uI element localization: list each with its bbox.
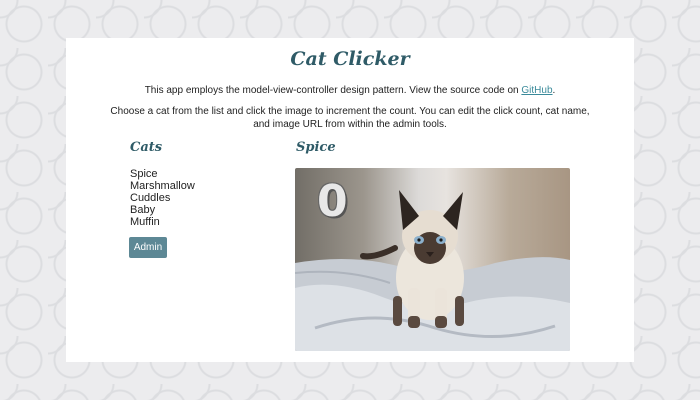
cat-list-item-cuddles[interactable]: Cuddles bbox=[130, 192, 195, 204]
cat-list: Spice Marshmallow Cuddles Baby Muffin bbox=[130, 168, 195, 228]
cat-list-item-marshmallow[interactable]: Marshmallow bbox=[130, 180, 195, 192]
cats-heading: Cats bbox=[130, 140, 163, 155]
selected-cat-name: Spice bbox=[296, 140, 336, 155]
cat-list-item-baby[interactable]: Baby bbox=[130, 204, 195, 216]
click-count: 0 bbox=[317, 176, 348, 227]
cat-list-item-spice[interactable]: Spice bbox=[130, 168, 195, 180]
admin-button[interactable]: Admin bbox=[129, 237, 167, 258]
intro-period: . bbox=[552, 85, 556, 96]
intro-text: This app employs the model-view-controll… bbox=[144, 85, 522, 96]
cat-list-item-muffin[interactable]: Muffin bbox=[130, 216, 195, 228]
instructions-paragraph: Choose a cat from the list and click the… bbox=[110, 106, 590, 130]
main-card: Cat Clicker This app employs the model-v… bbox=[66, 38, 634, 362]
cat-image[interactable]: 0 bbox=[295, 168, 570, 351]
intro-paragraph: This app employs the model-view-controll… bbox=[106, 84, 594, 97]
github-link[interactable]: GitHub bbox=[521, 85, 552, 96]
page-title: Cat Clicker bbox=[290, 48, 410, 70]
